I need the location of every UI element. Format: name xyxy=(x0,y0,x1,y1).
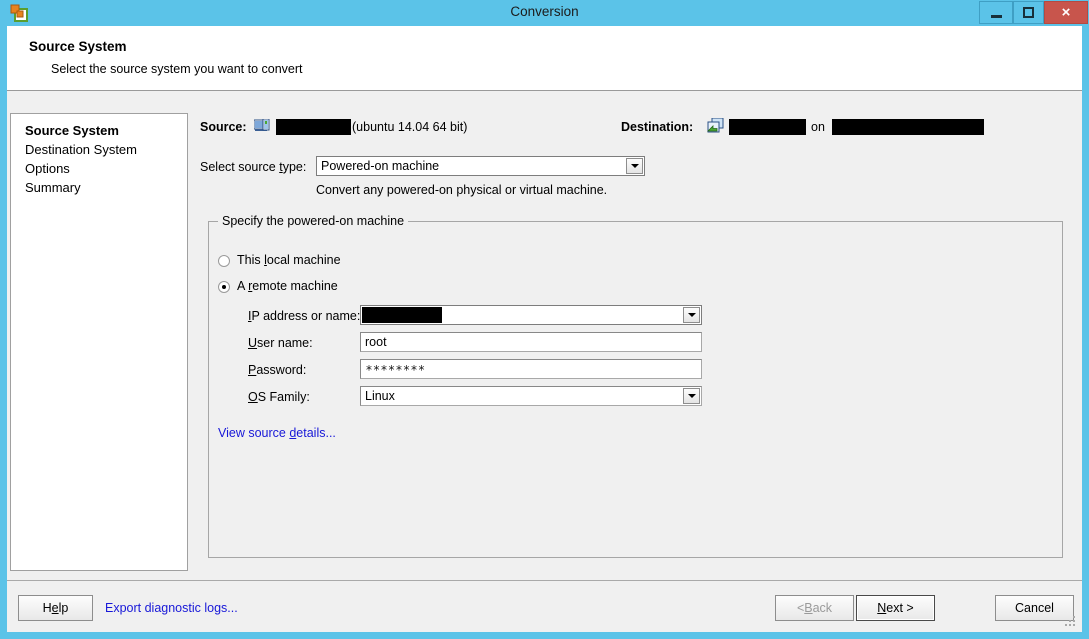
sidebar-item-source-system[interactable]: Source System xyxy=(25,123,119,138)
powered-on-machine-group-title: Specify the powered-on machine xyxy=(218,214,409,228)
minimize-button[interactable] xyxy=(979,1,1013,24)
dialog-footer: He lp Export diagnostic logs... < Back Ne… xyxy=(7,580,1082,632)
title-bar: Conversion × xyxy=(0,0,1089,26)
source-name-redacted xyxy=(276,119,351,135)
password-input[interactable]: ******** xyxy=(360,359,702,379)
page-header: Source System Select the source system y… xyxy=(7,26,1082,91)
os-family-value: Linux xyxy=(365,389,395,403)
close-button[interactable]: × xyxy=(1044,1,1088,24)
window-title: Conversion xyxy=(510,4,579,19)
wizard-sidebar: Source System Destination System Options… xyxy=(10,113,188,571)
source-label: Source: xyxy=(200,120,247,134)
radio-a-remote-machine-label: A remote machine xyxy=(237,279,338,293)
page-subtitle: Select the source system you want to con… xyxy=(51,62,303,76)
os-family-dropdown-button[interactable] xyxy=(683,388,700,404)
destination-name-redacted xyxy=(729,119,806,135)
ip-address-value-redacted xyxy=(362,307,442,323)
os-family-label: OS Family: xyxy=(248,390,310,404)
password-value: ******** xyxy=(366,363,426,377)
view-source-details-link[interactable]: View source details... xyxy=(218,426,336,440)
dialog-body: Source System Destination System Options… xyxy=(7,91,1082,580)
destination-label: Destination: xyxy=(621,120,694,134)
source-type-value: Powered-on machine xyxy=(321,159,440,173)
ip-address-dropdown-button[interactable] xyxy=(683,307,700,323)
destination-host-redacted xyxy=(832,119,984,135)
next-button[interactable]: Next > xyxy=(856,595,935,621)
minimize-icon xyxy=(980,2,1012,23)
conversion-dialog-window: Conversion × Source System Select the so… xyxy=(0,0,1089,639)
radio-this-local-machine-label: This local machine xyxy=(237,253,341,267)
export-diagnostic-logs-link[interactable]: Export diagnostic logs... xyxy=(105,601,238,615)
vm-arrow-icon xyxy=(707,118,724,133)
user-name-label: User name: xyxy=(248,336,313,350)
source-system-panel: Source: (ubuntu 14.04 64 bit) Destinatio… xyxy=(192,113,1077,571)
sidebar-item-destination-system[interactable]: Destination System xyxy=(25,142,137,157)
computer-icon xyxy=(254,119,270,131)
ip-address-label: IP address or name: xyxy=(248,309,361,323)
source-type-dropdown-button[interactable] xyxy=(626,158,643,174)
back-button[interactable]: < Back xyxy=(775,595,854,621)
maximize-button[interactable] xyxy=(1013,1,1044,24)
destination-on-word: on xyxy=(811,120,825,134)
chevron-down-icon xyxy=(630,164,639,168)
user-name-value: root xyxy=(365,335,387,349)
resize-grip[interactable] xyxy=(1063,614,1077,628)
source-os-info: (ubuntu 14.04 64 bit) xyxy=(352,120,468,134)
source-type-hint: Convert any powered-on physical or virtu… xyxy=(316,183,608,197)
password-label: Password: xyxy=(248,363,307,377)
page-title: Source System xyxy=(29,39,127,54)
user-name-input[interactable]: root xyxy=(360,332,702,352)
chevron-down-icon xyxy=(687,394,696,398)
os-family-select[interactable]: Linux xyxy=(360,386,702,406)
source-type-label: Select source type: xyxy=(200,160,307,174)
maximize-icon xyxy=(1014,2,1043,23)
ip-address-combo[interactable] xyxy=(360,305,702,325)
help-button[interactable]: He lp xyxy=(18,595,93,621)
radio-a-remote-machine-mark xyxy=(218,281,230,293)
sidebar-item-options[interactable]: Options xyxy=(25,161,70,176)
sidebar-item-summary[interactable]: Summary xyxy=(25,180,81,195)
source-type-select[interactable]: Powered-on machine xyxy=(316,156,645,176)
chevron-down-icon xyxy=(687,313,696,317)
close-icon: × xyxy=(1061,4,1071,21)
source-destination-bar: Source: (ubuntu 14.04 64 bit) Destinatio… xyxy=(192,117,1077,139)
radio-this-local-machine-mark xyxy=(218,255,230,267)
